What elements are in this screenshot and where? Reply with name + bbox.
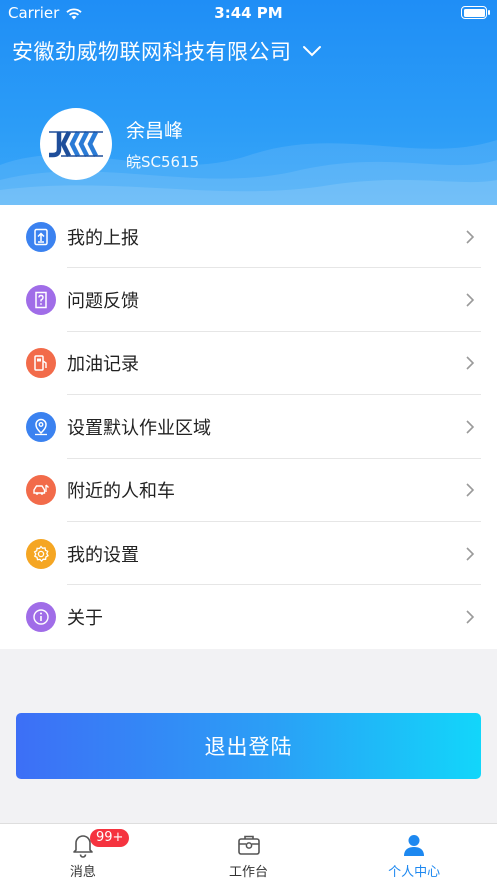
menu-item-label: 附近的人和车 [67, 481, 175, 503]
person-icon [404, 835, 425, 856]
menu-item-label: 设置默认作业区域 [67, 417, 211, 439]
header: Carrier 3:44 PM 安徽劲威物联网科技有限公司 余昌峰 皖SC561… [0, 0, 497, 205]
chevron-right-icon [466, 547, 475, 561]
chevron-right-icon [466, 356, 475, 371]
chevron-right-icon [466, 610, 475, 624]
chevron-right-icon [466, 293, 475, 307]
menu-item-my-settings[interactable]: 我的设置 [0, 522, 497, 586]
menu-item-feedback[interactable]: 问题反馈 [0, 268, 497, 332]
briefcase-icon [237, 835, 260, 855]
tab-label: 消息 [69, 865, 96, 880]
menu-list: 我的上报 问题反馈 加油记录 设置默认作业区域 附近的人和车 我的设置 关于 [0, 205, 497, 649]
tab-label: 个人中心 [388, 865, 441, 880]
avatar [40, 108, 112, 180]
menu-item-about[interactable]: 关于 [0, 585, 497, 648]
menu-item-label: 问题反馈 [67, 291, 139, 313]
company-logo-icon [49, 130, 103, 158]
clock: 3:44 PM [214, 4, 283, 22]
message-count-badge: 99+ [90, 829, 130, 847]
info-icon [26, 602, 56, 633]
chevron-right-icon [466, 230, 475, 244]
vehicle-plate: 皖SC5615 [126, 153, 200, 171]
user-name: 余昌峰 [126, 120, 184, 142]
feedback-icon [26, 285, 56, 316]
battery-icon [461, 6, 490, 19]
menu-item-label: 加油记录 [67, 354, 139, 376]
tab-workbench[interactable]: 工作台 [166, 824, 332, 883]
report-upload-icon [26, 221, 56, 252]
profile-card[interactable]: 余昌峰 皖SC5615 [40, 108, 199, 180]
tab-profile[interactable]: 个人中心 [331, 824, 497, 883]
menu-item-label: 我的上报 [67, 227, 139, 249]
chevron-right-icon [466, 483, 475, 497]
location-pin-icon [26, 411, 56, 442]
menu-item-default-work-area[interactable]: 设置默认作业区域 [0, 395, 497, 459]
tab-messages[interactable]: 99+ 消息 [0, 824, 166, 883]
car-icon [26, 475, 56, 506]
tab-bar: 99+ 消息 工作台 个人中心 [0, 823, 497, 883]
tab-label: 工作台 [229, 865, 269, 880]
fuel-pump-icon [26, 348, 56, 379]
chevron-right-icon [466, 420, 475, 434]
menu-item-label: 我的设置 [67, 544, 139, 566]
gear-icon [26, 538, 56, 569]
company-selector[interactable]: 安徽劲威物联网科技有限公司 [12, 36, 322, 66]
logout-button[interactable]: 退出登陆 [16, 713, 481, 779]
chevron-down-icon [302, 46, 321, 57]
company-name: 安徽劲威物联网科技有限公司 [12, 40, 292, 64]
menu-item-nearby-people-vehicles[interactable]: 附近的人和车 [0, 459, 497, 522]
status-bar: Carrier 3:44 PM [0, 0, 497, 26]
menu-item-my-reports[interactable]: 我的上报 [0, 205, 497, 269]
menu-item-fuel-records[interactable]: 加油记录 [0, 332, 497, 396]
menu-item-label: 关于 [67, 608, 103, 630]
